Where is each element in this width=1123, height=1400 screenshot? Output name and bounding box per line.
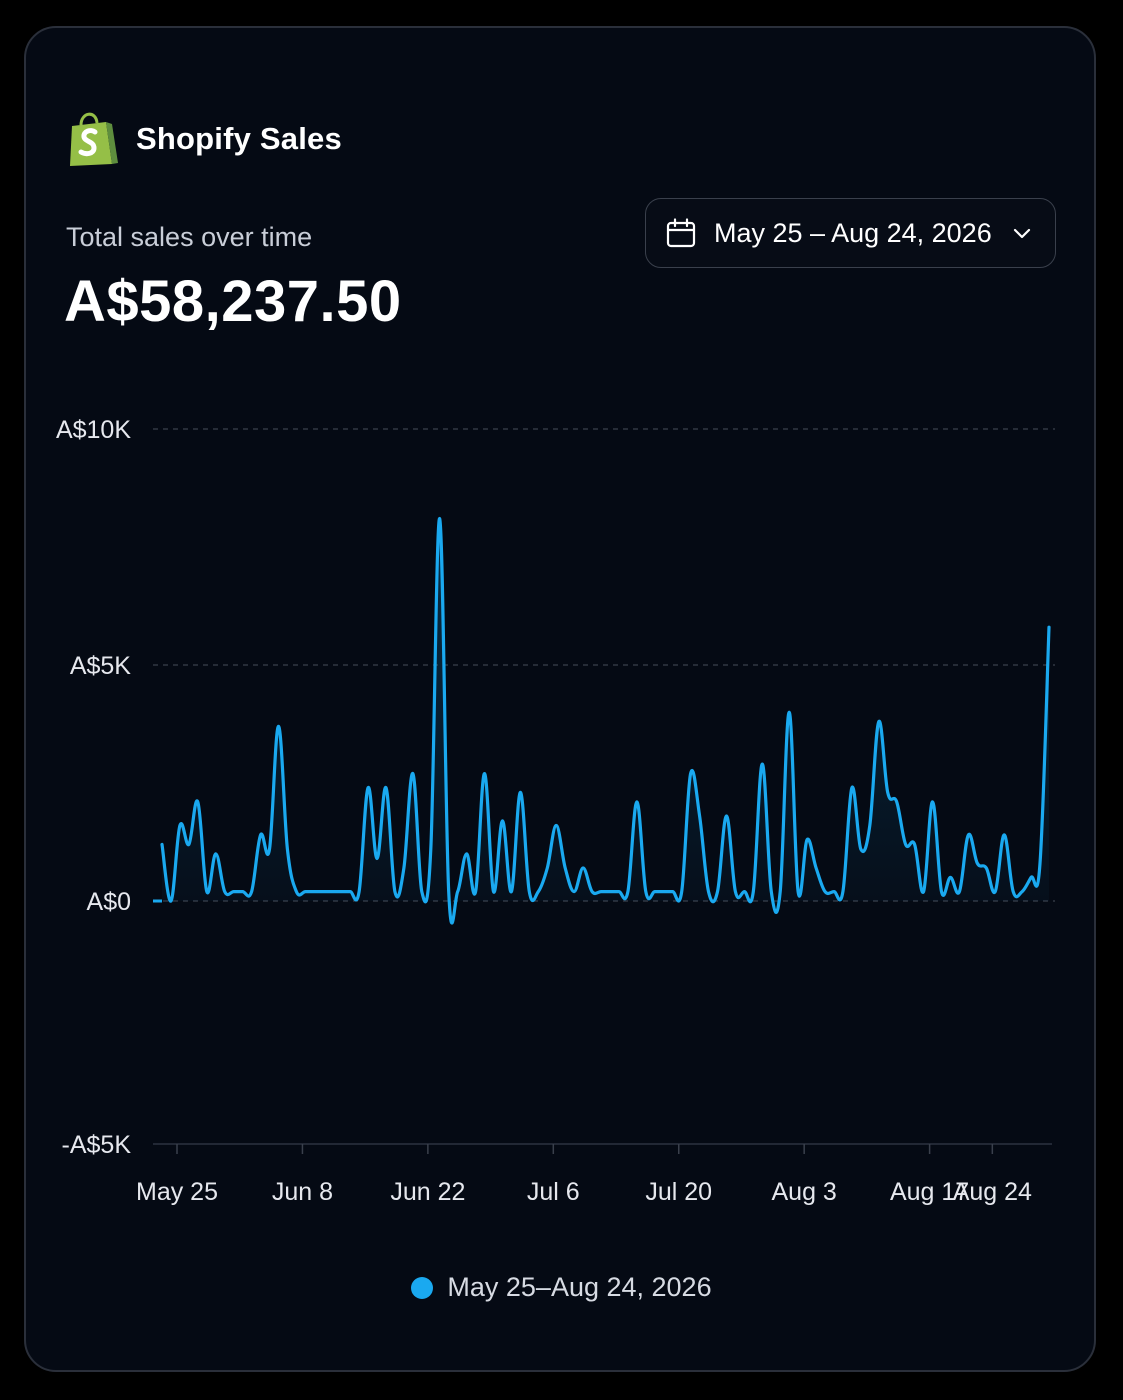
x-tick-label: May 25: [136, 1178, 218, 1206]
legend-label: May 25–Aug 24, 2026: [447, 1272, 712, 1302]
y-tick-label: A$0: [87, 888, 131, 916]
sales-chart: A$10K A$5K A$0 -A$5KMay 25 Jun 8 Jun 22 Jul 6 J…: [56, 416, 1055, 1206]
x-tick-label: Jun 8: [272, 1178, 333, 1206]
chart-legend: May 25–Aug 24, 2026: [0, 1272, 1123, 1303]
x-tick-label: Aug 24: [953, 1178, 1032, 1206]
y-tick-label: A$5K: [70, 652, 131, 680]
x-tick-label: Jul 6: [527, 1178, 580, 1206]
legend-swatch: [411, 1276, 434, 1299]
x-tick-label: Aug 3: [771, 1178, 836, 1206]
series-area: [162, 518, 1049, 923]
y-tick-label: -A$5K: [62, 1131, 132, 1159]
y-tick-label: A$10K: [56, 416, 131, 444]
x-tick-label: Jun 22: [390, 1178, 465, 1206]
x-tick-label: Jul 20: [645, 1178, 712, 1206]
